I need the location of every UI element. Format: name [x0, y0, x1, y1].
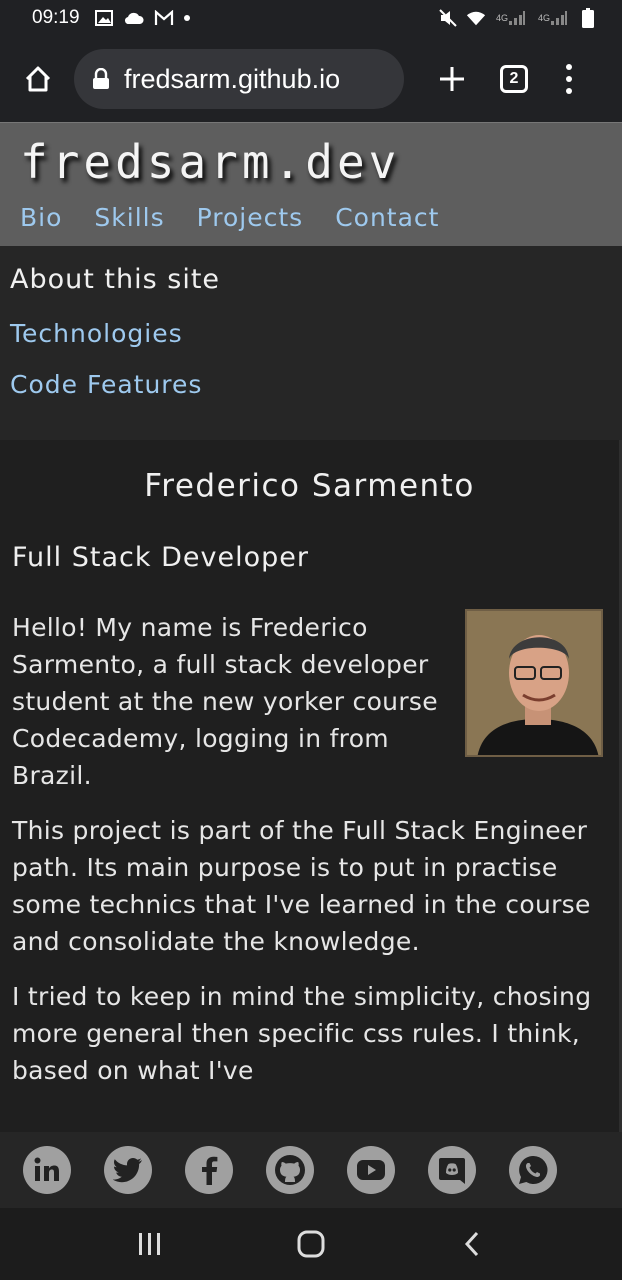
- profile-photo: [465, 609, 603, 757]
- about-title: About this site: [10, 264, 221, 295]
- home-nav-icon: [297, 1230, 325, 1258]
- site-title: fredsarm.dev: [20, 135, 401, 189]
- gmail-icon: [154, 9, 174, 27]
- bio-text: Hello! My name is Frederico Sarmento, a …: [12, 609, 607, 1089]
- url-text: fredsarm.github.io: [124, 63, 341, 94]
- wifi-icon: [466, 9, 486, 27]
- network-label: 4G: [537, 13, 550, 23]
- about-sub-nav: About this site Technologies Code Featur…: [0, 246, 622, 440]
- signal-4g-icon: 4G: [494, 9, 528, 27]
- home-icon: [25, 66, 51, 92]
- facebook-icon[interactable]: [185, 1146, 233, 1194]
- recent-apps-button[interactable]: [120, 1219, 180, 1269]
- nav-link-skills[interactable]: Skills: [94, 203, 164, 232]
- whatsapp-icon[interactable]: [509, 1146, 557, 1194]
- sub-link-code-features[interactable]: Code Features: [10, 370, 612, 399]
- menu-dot: [566, 88, 572, 94]
- recent-apps-icon: [139, 1233, 161, 1255]
- new-tab-button[interactable]: [434, 61, 470, 97]
- android-nav-bar: [0, 1208, 622, 1280]
- menu-dot: [566, 64, 572, 70]
- site-header: fredsarm.dev Bio Skills Projects Contact: [0, 122, 622, 246]
- tab-switcher-button[interactable]: 2: [500, 65, 528, 93]
- network-label: 4G: [495, 13, 508, 23]
- signal-4g-icon: 4G: [536, 9, 570, 27]
- nav-link-projects[interactable]: Projects: [197, 203, 304, 232]
- image-icon: [94, 9, 114, 27]
- github-icon[interactable]: [266, 1146, 314, 1194]
- linkedin-icon[interactable]: [23, 1146, 71, 1194]
- status-left-icons: [94, 9, 190, 27]
- back-button[interactable]: [442, 1219, 502, 1269]
- profile-role: Full Stack Developer: [12, 542, 309, 573]
- nav-link-contact[interactable]: Contact: [335, 203, 439, 232]
- bio-paragraph: This project is part of the Full Stack E…: [12, 816, 591, 956]
- status-time: 09:19: [32, 7, 80, 28]
- menu-dot: [566, 76, 572, 82]
- address-bar[interactable]: fredsarm.github.io: [74, 49, 404, 109]
- bio-paragraph: I tried to keep in mind the simplicity, …: [12, 982, 592, 1085]
- twitter-icon[interactable]: [104, 1146, 152, 1194]
- plus-icon: [440, 67, 464, 91]
- home-button[interactable]: [16, 57, 60, 101]
- battery-icon: [578, 8, 598, 28]
- social-links-bar: [0, 1132, 622, 1208]
- browser-toolbar: fredsarm.github.io 2: [0, 36, 622, 122]
- profile-name: Frederico Sarmento: [144, 468, 475, 504]
- home-nav-button[interactable]: [281, 1219, 341, 1269]
- status-right-icons: 4G 4G: [438, 8, 598, 28]
- mute-icon: [438, 9, 458, 27]
- more-menu-button[interactable]: [564, 64, 574, 94]
- cloud-icon: [124, 9, 144, 27]
- discord-icon[interactable]: [428, 1146, 476, 1194]
- dot-icon: [183, 15, 190, 21]
- main-content[interactable]: Frederico Sarmento Full Stack Developer …: [0, 440, 622, 1132]
- sub-link-technologies[interactable]: Technologies: [10, 319, 612, 348]
- site-nav: Bio Skills Projects Contact: [20, 203, 439, 232]
- status-bar: 09:19 4G 4G: [0, 0, 622, 36]
- lock-icon: [93, 68, 109, 89]
- youtube-icon[interactable]: [347, 1146, 395, 1194]
- back-icon: [464, 1231, 478, 1257]
- nav-link-bio[interactable]: Bio: [20, 203, 62, 232]
